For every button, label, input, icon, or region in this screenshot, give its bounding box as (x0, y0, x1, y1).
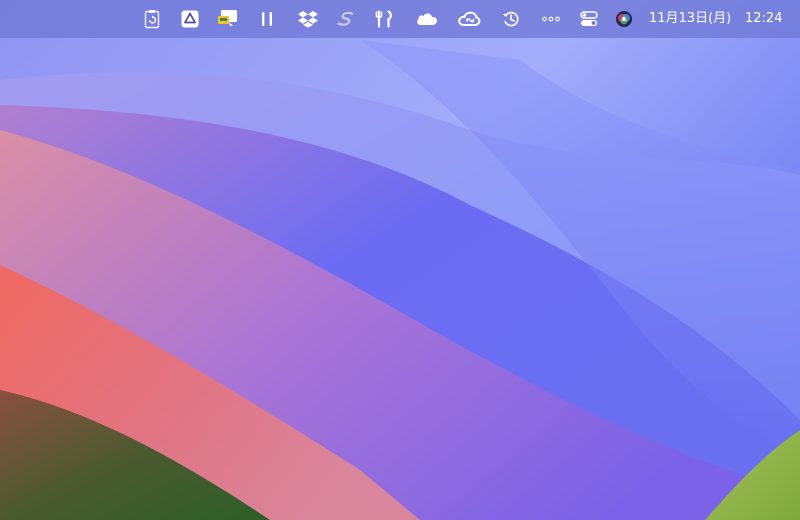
more-dots-icon[interactable] (541, 7, 561, 31)
setapp-icon[interactable] (336, 7, 356, 31)
creative-cloud-icon[interactable] (456, 7, 482, 31)
menu-bar: 11月13日(月) 12:24 (0, 0, 800, 38)
wifi-toolbox-icon[interactable] (375, 7, 393, 31)
time-machine-icon[interactable] (501, 7, 521, 31)
menubar-time[interactable]: 12:24 (745, 10, 782, 28)
clipboard-history-icon[interactable] (143, 7, 161, 31)
dropbox-icon[interactable] (297, 7, 319, 31)
screen-capture-icon[interactable] (217, 7, 239, 31)
siri-icon[interactable] (614, 7, 634, 31)
control-center-icon[interactable] (580, 7, 598, 31)
google-drive-icon[interactable] (181, 7, 199, 31)
pause-icon[interactable] (259, 7, 275, 31)
menubar-date[interactable]: 11月13日(月) (649, 10, 731, 28)
icloud-icon[interactable] (414, 7, 440, 31)
desktop-wallpaper (0, 0, 800, 520)
